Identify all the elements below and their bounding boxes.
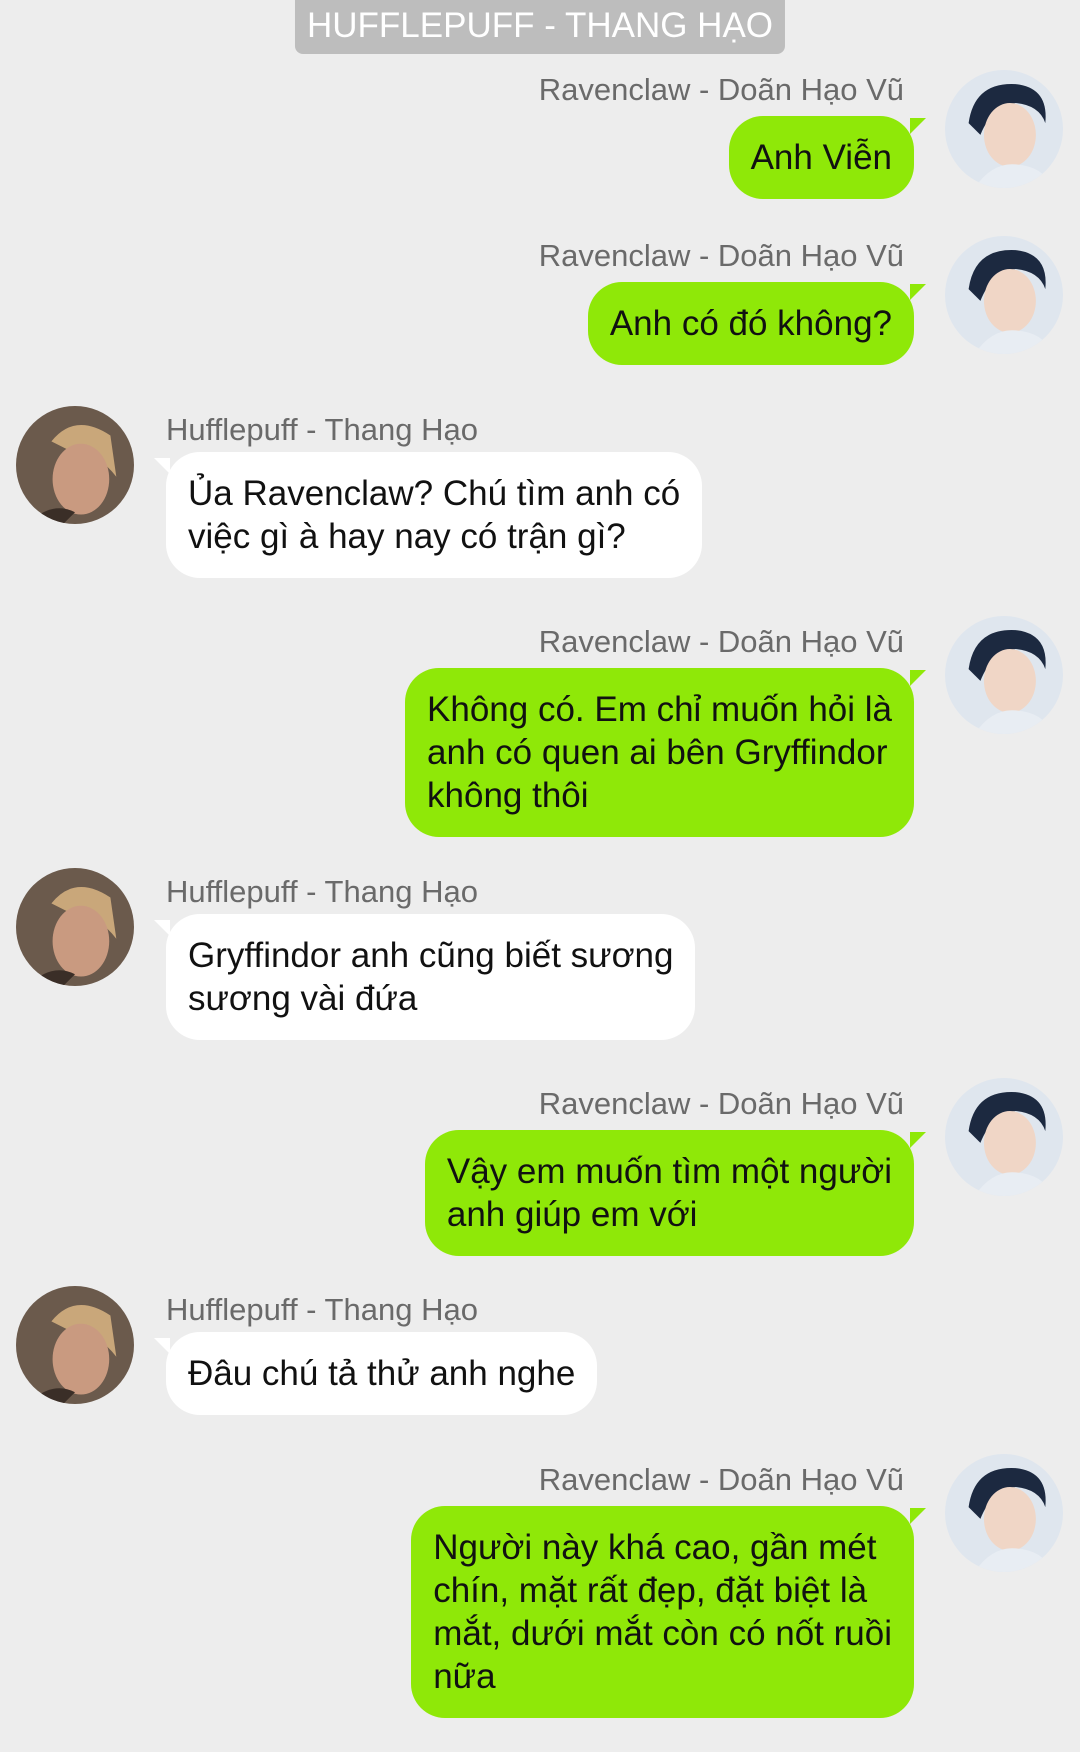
avatar-hufflepuff-icon[interactable] xyxy=(16,1286,134,1404)
message-text: nữa xyxy=(433,1657,496,1696)
message-text: Anh có đó không? xyxy=(609,304,892,343)
sender-name: Ravenclaw - Doãn Hạo Vũ xyxy=(538,72,904,107)
sender-name: Hufflepuff - Thang Hạo xyxy=(166,874,478,909)
message-text: Gryffindor anh cũng biết sương xyxy=(188,936,674,975)
message-text: sương vài đứa xyxy=(188,979,418,1018)
message-text: Đâu chú tả thử anh nghe xyxy=(188,1354,576,1393)
message-bubble[interactable]: Vậy em muốn tìm một người anh giúp em vớ… xyxy=(424,1130,914,1256)
avatar-ravenclaw-icon[interactable] xyxy=(945,236,1063,354)
message-text: Ủa Ravenclaw? Chú tìm anh có xyxy=(188,474,681,513)
bubble-tail xyxy=(154,458,170,474)
message-text: Vậy em muốn tìm một người xyxy=(446,1152,892,1191)
sender-name: Ravenclaw - Doãn Hạo Vũ xyxy=(538,1462,904,1497)
message-text: Anh Viễn xyxy=(750,138,892,177)
sender-name: Ravenclaw - Doãn Hạo Vũ xyxy=(538,238,904,273)
message-bubble[interactable]: Người này khá cao, gần mét chín, mặt rất… xyxy=(411,1506,914,1718)
message-text: anh có quen ai bên Gryffindor xyxy=(427,733,888,772)
message-text: chín, mặt rất đẹp, đặt biệt là xyxy=(433,1571,868,1610)
message-bubble[interactable]: Không có. Em chỉ muốn hỏi là anh có quen… xyxy=(405,668,914,837)
avatar-ravenclaw-icon[interactable] xyxy=(945,1078,1063,1196)
avatar-ravenclaw-icon[interactable] xyxy=(945,70,1063,188)
bubble-tail xyxy=(154,920,170,936)
message-bubble[interactable]: Đâu chú tả thử anh nghe xyxy=(166,1332,598,1415)
message-bubble[interactable]: Anh Viễn xyxy=(728,116,914,199)
sender-name: Ravenclaw - Doãn Hạo Vũ xyxy=(538,1086,904,1121)
message-bubble[interactable]: Gryffindor anh cũng biết sương sương vài… xyxy=(166,914,696,1040)
message-text: anh giúp em với xyxy=(446,1195,698,1234)
avatar-hufflepuff-icon[interactable] xyxy=(16,868,134,986)
bubble-tail xyxy=(910,670,926,686)
sender-name: Ravenclaw - Doãn Hạo Vũ xyxy=(538,624,904,659)
message-text: việc gì à hay nay có trận gì? xyxy=(188,517,626,556)
chat-title: HUFFLEPUFF - THANG HẠO xyxy=(294,0,786,54)
bubble-tail xyxy=(154,1338,170,1354)
avatar-ravenclaw-icon[interactable] xyxy=(945,1454,1063,1572)
avatar-hufflepuff-icon[interactable] xyxy=(16,406,134,524)
avatar-ravenclaw-icon[interactable] xyxy=(945,616,1063,734)
sender-name: Hufflepuff - Thang Hạo xyxy=(166,1292,478,1327)
bubble-tail xyxy=(910,118,926,134)
message-text: Người này khá cao, gần mét xyxy=(433,1528,877,1567)
message-text: mắt, dưới mắt còn có nốt ruồi xyxy=(433,1614,892,1653)
message-text: không thôi xyxy=(427,776,589,815)
message-text: Không có. Em chỉ muốn hỏi là xyxy=(427,690,892,729)
message-bubble[interactable]: Anh có đó không? xyxy=(587,282,914,365)
bubble-tail xyxy=(910,284,926,300)
bubble-tail xyxy=(910,1508,926,1524)
sender-name: Hufflepuff - Thang Hạo xyxy=(166,412,478,447)
bubble-tail xyxy=(910,1132,926,1148)
message-bubble[interactable]: Ủa Ravenclaw? Chú tìm anh có việc gì à h… xyxy=(166,452,703,578)
